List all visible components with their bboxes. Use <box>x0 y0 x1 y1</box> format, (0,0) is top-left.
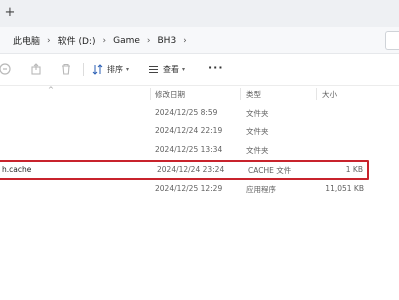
file-type: 应用程序 <box>246 185 276 194</box>
search-box-edge[interactable] <box>385 31 399 50</box>
file-modified-date: 2024/12/24 22:19 <box>155 126 223 135</box>
sort-icon <box>92 64 103 75</box>
breadcrumb-item-bh3[interactable]: BH3 <box>154 36 181 46</box>
sort-indicator-icon: ^ <box>48 86 54 94</box>
sort-button[interactable]: 排序 ▾ <box>92 61 129 78</box>
toolbar-divider <box>83 63 84 76</box>
file-name: h.cache <box>2 165 32 174</box>
column-divider[interactable] <box>316 88 317 100</box>
breadcrumb-item-this-pc[interactable]: 此电脑 <box>9 34 44 47</box>
file-size: 11,051 KB <box>325 184 364 193</box>
view-label: 查看 <box>163 65 179 74</box>
file-type: 文件夹 <box>246 127 269 136</box>
file-row[interactable]: 2024/12/24 22:19 文件夹 <box>0 122 399 140</box>
export-icon[interactable] <box>29 62 43 76</box>
chevron-down-icon: ▾ <box>126 66 130 73</box>
file-row[interactable]: 2024/12/25 13:34 文件夹 <box>0 141 399 159</box>
column-header-date[interactable]: 修改日期 <box>155 89 185 100</box>
chevron-down-icon: ▾ <box>182 66 186 73</box>
file-row[interactable]: 2024/12/25 8:59 文件夹 <box>0 104 399 122</box>
breadcrumb: 此电脑 › 软件 (D:) › Game › BH3 › <box>9 27 190 54</box>
view-button[interactable]: 查看 ▾ <box>148 61 185 78</box>
delete-icon[interactable] <box>59 62 73 76</box>
file-modified-date: 2024/12/25 12:29 <box>155 184 223 193</box>
share-icon[interactable] <box>0 62 12 76</box>
file-modified-date: 2024/12/25 8:59 <box>155 108 218 117</box>
column-headers: ^ 修改日期 类型 大小 <box>0 86 399 102</box>
file-type: 文件夹 <box>246 146 269 155</box>
breadcrumb-item-game[interactable]: Game <box>109 36 144 46</box>
new-tab-button[interactable]: + <box>2 5 18 21</box>
more-options-button[interactable]: ··· <box>208 61 224 74</box>
chevron-right-icon[interactable]: › <box>99 36 109 46</box>
chevron-right-icon[interactable]: › <box>44 36 54 46</box>
column-header-size[interactable]: 大小 <box>322 89 337 100</box>
breadcrumb-item-drive-d[interactable]: 软件 (D:) <box>54 34 100 47</box>
sort-label: 排序 <box>107 65 123 74</box>
file-modified-date: 2024/12/24 23:24 <box>157 165 225 174</box>
column-header-type[interactable]: 类型 <box>246 89 261 100</box>
file-row-highlighted[interactable]: h.cache 2024/12/24 23:24 CACHE 文件 1 KB <box>0 160 369 180</box>
file-type: CACHE 文件 <box>248 166 292 175</box>
chevron-right-icon[interactable]: › <box>180 36 190 46</box>
file-modified-date: 2024/12/25 13:34 <box>155 145 223 154</box>
file-row[interactable]: 2024/12/25 12:29 应用程序 11,051 KB <box>0 180 399 198</box>
tab-strip: + <box>0 0 399 27</box>
chevron-right-icon[interactable]: › <box>144 36 154 46</box>
view-icon <box>149 66 158 73</box>
column-divider[interactable] <box>150 88 151 100</box>
file-type: 文件夹 <box>246 109 269 118</box>
address-bar: 此电脑 › 软件 (D:) › Game › BH3 › <box>0 27 399 54</box>
file-size: 1 KB <box>345 165 363 174</box>
command-bar: 排序 ▾ 查看 ▾ ··· <box>0 54 399 86</box>
column-divider[interactable] <box>240 88 241 100</box>
